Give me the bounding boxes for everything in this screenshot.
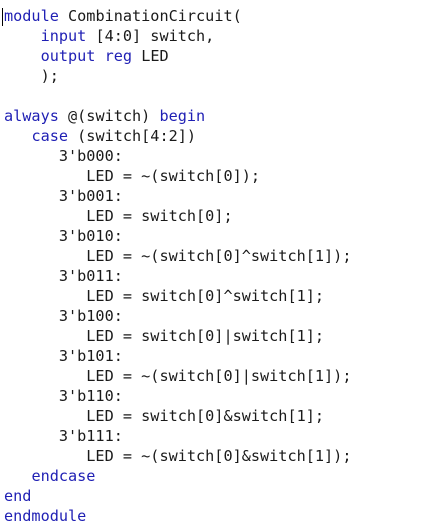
keyword-token: module: [4, 7, 59, 25]
code-token: 3'b111:: [4, 427, 123, 445]
code-line[interactable]: 3'b101:: [4, 346, 351, 366]
code-token: LED = switch[0]^switch[1];: [4, 287, 325, 305]
code-token: LED = ~(switch[0]|switch[1]);: [4, 367, 352, 385]
code-line[interactable]: LED = switch[0];: [4, 206, 351, 226]
code-line[interactable]: 3'b000:: [4, 146, 351, 166]
keyword-token: begin: [159, 107, 206, 125]
code-token: LED = ~(switch[0]^switch[1]);: [4, 247, 352, 265]
code-token: 3'b011:: [4, 267, 123, 285]
code-line[interactable]: [4, 86, 351, 106]
code-text-area[interactable]: module CombinationCircuit( input [4:0] s…: [4, 6, 351, 526]
code-token: @(switch): [58, 107, 160, 125]
code-line[interactable]: LED = switch[0]&switch[1];: [4, 406, 351, 426]
code-token: LED: [132, 47, 169, 65]
keyword-token: output: [40, 47, 96, 65]
code-line[interactable]: endmodule: [4, 506, 351, 526]
code-token: [4:0] switch,: [86, 27, 215, 45]
code-token: 3'b000:: [4, 147, 123, 165]
code-editor[interactable]: module CombinationCircuit( input [4:0] s…: [0, 0, 421, 529]
code-line[interactable]: 3'b110:: [4, 386, 351, 406]
code-token: CombinationCircuit(: [58, 7, 242, 25]
code-token: LED = ~(switch[0]&switch[1]);: [4, 447, 352, 465]
code-token: 3'b001:: [4, 187, 123, 205]
code-line[interactable]: 3'b100:: [4, 306, 351, 326]
code-token: LED = switch[0];: [4, 207, 233, 225]
code-line[interactable]: 3'b001:: [4, 186, 351, 206]
code-line[interactable]: LED = switch[0]|switch[1];: [4, 326, 351, 346]
code-line[interactable]: LED = ~(switch[0]&switch[1]);: [4, 446, 351, 466]
code-token: (switch[4:2]): [68, 127, 197, 145]
code-token: LED = switch[0]&switch[1];: [4, 407, 325, 425]
code-line[interactable]: endcase: [4, 466, 351, 486]
code-line[interactable]: end: [4, 486, 351, 506]
code-line[interactable]: 3'b111:: [4, 426, 351, 446]
keyword-token: endcase: [31, 467, 96, 485]
code-token: 3'b101:: [4, 347, 123, 365]
code-line[interactable]: always @(switch) begin: [4, 106, 351, 126]
keyword-token: reg: [104, 47, 133, 65]
code-line[interactable]: case (switch[4:2]): [4, 126, 351, 146]
keyword-token: case: [31, 127, 69, 145]
code-line[interactable]: module CombinationCircuit(: [4, 6, 351, 26]
code-token: LED = ~(switch[0]);: [4, 167, 261, 185]
keyword-token: input: [40, 27, 87, 45]
code-line[interactable]: output reg LED: [4, 46, 351, 66]
code-token: 3'b010:: [4, 227, 123, 245]
code-line[interactable]: );: [4, 66, 351, 86]
keyword-token: end: [4, 487, 32, 505]
code-token: 3'b100:: [4, 307, 123, 325]
code-line[interactable]: LED = ~(switch[0]^switch[1]);: [4, 246, 351, 266]
code-line[interactable]: input [4:0] switch,: [4, 26, 351, 46]
code-token: LED = switch[0]|switch[1];: [4, 327, 325, 345]
text-cursor: [2, 8, 3, 26]
code-line[interactable]: LED = ~(switch[0]|switch[1]);: [4, 366, 351, 386]
code-line[interactable]: 3'b010:: [4, 226, 351, 246]
keyword-token: always: [4, 107, 59, 125]
code-token: 3'b110:: [4, 387, 123, 405]
code-line[interactable]: LED = ~(switch[0]);: [4, 166, 351, 186]
code-line[interactable]: LED = switch[0]^switch[1];: [4, 286, 351, 306]
keyword-token: endmodule: [4, 507, 87, 525]
code-line[interactable]: 3'b011:: [4, 266, 351, 286]
code-token: );: [4, 67, 59, 85]
